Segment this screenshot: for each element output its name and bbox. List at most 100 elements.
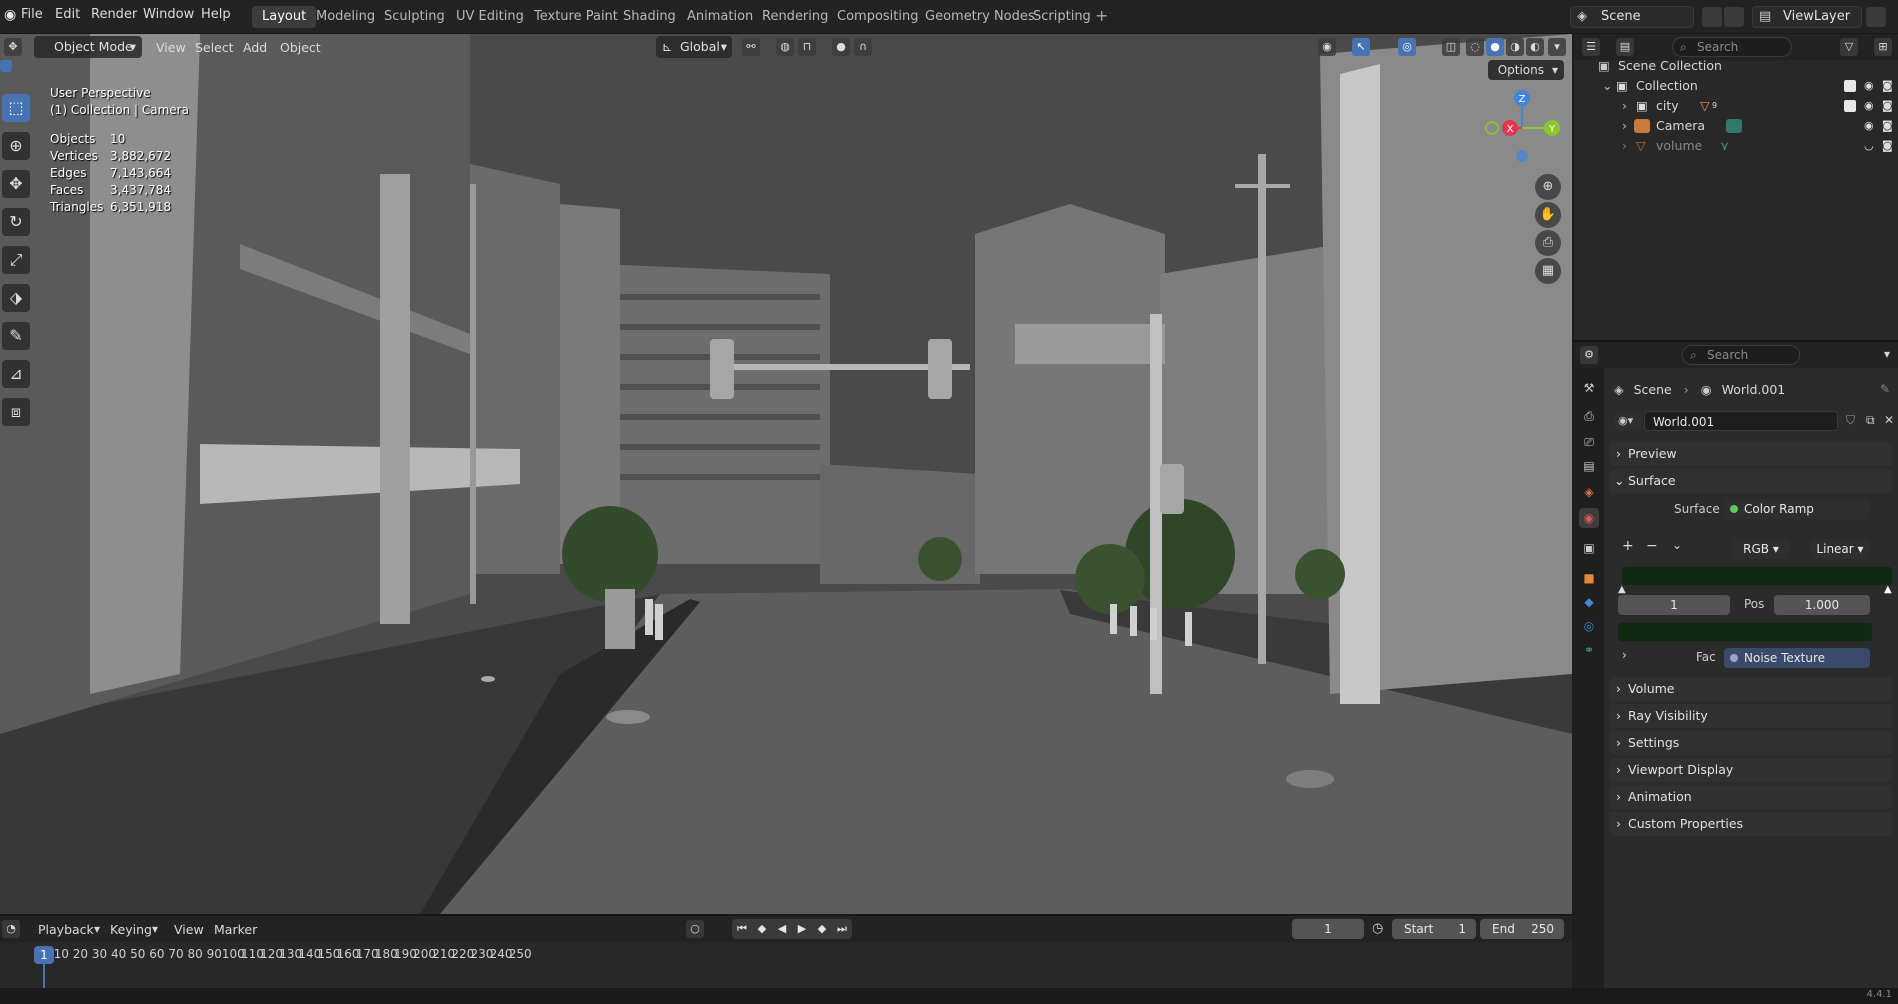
tab-rendering[interactable]: Rendering	[752, 6, 838, 28]
panel-viewport-display[interactable]: › Viewport Display	[1610, 758, 1892, 782]
editor-type-icon[interactable]: ✥	[4, 38, 22, 56]
pan-hand-icon[interactable]: ✋	[1535, 202, 1561, 228]
properties-search-input[interactable]: ⌕ Search	[1682, 345, 1800, 365]
panel-settings[interactable]: › Settings	[1610, 731, 1892, 755]
jump-to-keyframe-forward-icon[interactable]: ◆	[812, 919, 832, 939]
menu-file[interactable]: File	[21, 7, 43, 22]
menu-render[interactable]: Render	[91, 7, 137, 22]
eye-icon[interactable]: ◉	[1864, 76, 1874, 96]
remove-stop-icon[interactable]: −	[1646, 538, 1658, 554]
tree-row-scene-collection[interactable]: ▣ Scene Collection	[1574, 56, 1898, 76]
cursor-tool-icon[interactable]: ⊕	[2, 132, 30, 160]
shading-options-icon[interactable]: ▾	[1548, 38, 1566, 56]
overlay-toggle-icon[interactable]: ◎	[1398, 38, 1416, 56]
timeline-editor-type-icon[interactable]: ◔	[2, 920, 20, 938]
options-button[interactable]: Options ▾	[1487, 60, 1564, 80]
render-camera-icon[interactable]: ◙	[1882, 116, 1893, 136]
modifier-tab-icon[interactable]: ◆	[1579, 592, 1599, 612]
exclude-checkbox[interactable]	[1844, 80, 1856, 92]
view-layer-tab-icon[interactable]: ▤	[1579, 456, 1599, 476]
add-cube-tool-icon[interactable]: ⧈	[2, 398, 30, 426]
tab-compositing[interactable]: Compositing	[827, 6, 929, 28]
viewport-menu-view[interactable]: View	[156, 40, 186, 55]
add-stop-icon[interactable]: +	[1622, 538, 1634, 554]
outliner-search-input[interactable]: ⌕ Search	[1672, 37, 1792, 57]
jump-to-end-icon[interactable]: ⏭	[832, 919, 852, 939]
solid-shading-icon[interactable]: ●	[1486, 38, 1504, 56]
eye-icon[interactable]: ◉	[1864, 96, 1874, 116]
select-box-icon[interactable]	[0, 60, 12, 72]
panel-surface[interactable]: ⌄ Surface	[1610, 469, 1892, 493]
duplicate-icon[interactable]: ⧉	[1866, 413, 1875, 428]
select-tool-icon[interactable]: ⬚	[2, 94, 30, 122]
object-tab-icon[interactable]: ■	[1579, 568, 1599, 588]
viewport-menu-select[interactable]: Select	[195, 40, 234, 55]
ramp-interpolation-select[interactable]: Linear ▾	[1810, 539, 1870, 559]
timeline-menu-marker[interactable]: Marker	[214, 922, 257, 937]
scene-tab-icon[interactable]: ◈	[1579, 482, 1599, 502]
ramp-index-field[interactable]: 1	[1618, 595, 1730, 615]
timeline-menu-keying[interactable]: Keying	[110, 922, 152, 937]
play-icon[interactable]: ▶	[792, 919, 812, 939]
auto-keying-icon[interactable]: ○	[686, 920, 704, 938]
menu-edit[interactable]: Edit	[55, 7, 80, 22]
chevron-right-icon[interactable]: ›	[1622, 116, 1627, 136]
viewport-menu-add[interactable]: Add	[243, 40, 267, 55]
breadcrumb-world[interactable]: World.001	[1722, 382, 1786, 397]
tab-uv-editing[interactable]: UV Editing	[446, 6, 534, 28]
new-scene-button[interactable]	[1702, 7, 1722, 27]
zoom-icon[interactable]: ⊕	[1535, 174, 1561, 200]
collection-tab-icon[interactable]: ▣	[1579, 538, 1599, 558]
mode-selector[interactable]: Object Mode ▾	[34, 36, 142, 58]
snap-icon[interactable]: ◍	[776, 38, 794, 56]
chevron-down-icon[interactable]: ⌄	[1602, 76, 1612, 96]
falloff-icon[interactable]: ∩	[854, 38, 872, 56]
data-tab-icon[interactable]: ⚭	[1579, 640, 1599, 660]
panel-ray-visibility[interactable]: › Ray Visibility	[1610, 704, 1892, 728]
play-reverse-icon[interactable]: ◀	[772, 919, 792, 939]
snap-target-icon[interactable]: ⊓	[798, 38, 816, 56]
timeline-menu-playback[interactable]: Playback	[38, 922, 94, 937]
eye-hidden-icon[interactable]: ◡	[1864, 136, 1874, 156]
delete-scene-button[interactable]	[1724, 7, 1744, 27]
viewport-menu-object[interactable]: Object	[280, 40, 321, 55]
transform-tool-icon[interactable]: ⬗	[2, 284, 30, 312]
render-camera-icon[interactable]: ◙	[1882, 136, 1893, 156]
blender-logo-icon[interactable]: ◉	[4, 7, 16, 23]
ramp-stop-color-swatch[interactable]	[1618, 623, 1872, 641]
ramp-menu-icon[interactable]: ⌄	[1672, 538, 1682, 552]
world-name-field[interactable]: World.001	[1644, 411, 1838, 431]
frame-ruler[interactable]: 10 20 30 40 50 60 70 80 90 100 110 120 130 140 150 160 1…	[0, 944, 1572, 966]
start-frame-field[interactable]: Start 1	[1392, 919, 1476, 939]
ramp-stop-handle[interactable]: ▲	[1618, 584, 1626, 595]
chevron-right-icon[interactable]: ›	[1622, 136, 1627, 156]
tree-row-camera[interactable]: › Camera ◉ ◙	[1574, 116, 1898, 136]
rendered-shading-icon[interactable]: ◐	[1526, 38, 1544, 56]
menu-window[interactable]: Window	[143, 7, 194, 22]
panel-animation[interactable]: › Animation	[1610, 785, 1892, 809]
menu-help[interactable]: Help	[201, 7, 231, 22]
world-datablock-selector[interactable]: ◉▾ World.001 ⛉ ⧉ ✕	[1614, 410, 1898, 432]
render-camera-icon[interactable]: ◙	[1882, 96, 1893, 116]
gizmo-toggle-icon[interactable]: ↖	[1352, 38, 1370, 56]
display-mode-icon[interactable]: ▤	[1616, 38, 1634, 56]
fac-input-field[interactable]: Noise Texture	[1724, 648, 1870, 668]
current-frame-field[interactable]: 1	[1292, 919, 1364, 939]
output-tab-icon[interactable]: ⎚	[1579, 432, 1599, 452]
world-browse-icon[interactable]: ◉▾	[1614, 412, 1642, 430]
eye-icon[interactable]: ◉	[1864, 116, 1874, 136]
chevron-right-icon[interactable]: ›	[1622, 96, 1627, 116]
tab-scripting[interactable]: Scripting	[1023, 6, 1101, 28]
jump-to-keyframe-back-icon[interactable]: ◆	[752, 919, 772, 939]
pos-field[interactable]: 1.000	[1774, 595, 1870, 615]
new-view-layer-button[interactable]	[1866, 7, 1886, 27]
pin-icon[interactable]: ✎	[1880, 382, 1890, 396]
move-tool-icon[interactable]: ✥	[2, 170, 30, 198]
view-layer-selector[interactable]: ▤ ViewLayer	[1752, 6, 1862, 28]
ramp-stop-handle-active[interactable]: ▲	[1884, 584, 1892, 595]
material-shading-icon[interactable]: ◑	[1506, 38, 1524, 56]
annotate-tool-icon[interactable]: ✎	[2, 322, 30, 350]
add-workspace-button[interactable]: +	[1095, 8, 1108, 24]
wireframe-shading-icon[interactable]: ◌	[1466, 38, 1484, 56]
jump-to-start-icon[interactable]: ⏮	[732, 919, 752, 939]
